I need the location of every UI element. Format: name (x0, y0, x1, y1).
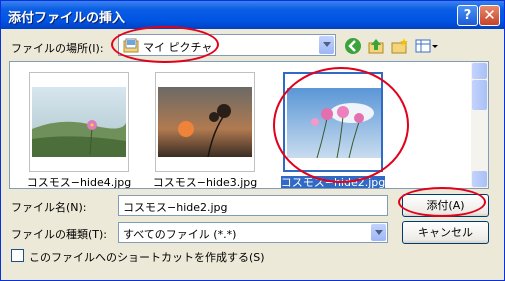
chevron-down-icon[interactable] (319, 36, 334, 54)
vertical-scrollbar[interactable] (471, 62, 488, 188)
filename-input[interactable]: コスモス−hide2.jpg (118, 195, 388, 216)
close-button[interactable]: ✕ (479, 5, 500, 26)
shortcut-checkbox-label[interactable]: このファイルへのショートカットを作成する(S) (29, 249, 265, 265)
scroll-thumb[interactable] (472, 80, 487, 110)
cosmos-photo-thumbnail (32, 87, 126, 157)
annotation-circle-attach (398, 187, 486, 217)
file-item[interactable]: コスモス−hide3.jpg (150, 62, 260, 188)
help-button[interactable]: ? (457, 5, 478, 26)
file-name: コスモス−hide3.jpg (152, 176, 258, 189)
filetype-label: ファイルの種類(T): (11, 228, 108, 241)
insert-attachment-dialog: 添付ファイルの挿入 ? ✕ ファイルの場所(I): マイ ピクチャ コスモス−h… (0, 0, 505, 281)
new-folder-icon[interactable] (391, 37, 409, 55)
scroll-down-button[interactable] (472, 171, 487, 187)
chevron-down-icon[interactable] (371, 224, 386, 241)
view-menu-icon[interactable] (415, 37, 439, 55)
annotation-circle-selected-file (273, 67, 409, 183)
filetype-dropdown[interactable]: すべてのファイル (*.*) (118, 222, 388, 243)
filetype-value: すべてのファイル (*.*) (123, 228, 237, 241)
annotation-circle-location (111, 26, 219, 63)
scroll-up-button[interactable] (472, 63, 487, 79)
title-bar[interactable]: 添付ファイルの挿入 ? ✕ (1, 1, 504, 29)
shortcut-checkbox[interactable] (11, 249, 24, 262)
back-icon[interactable] (344, 37, 362, 55)
filename-label: ファイル名(N): (11, 201, 87, 214)
cancel-button[interactable]: キャンセル (402, 221, 489, 244)
file-list[interactable]: コスモス−hide4.jpg コスモス−hide3.jpg コスモス−hide2… (9, 61, 489, 189)
thumbnail (155, 72, 255, 172)
dialog-title: 添付ファイルの挿入 (8, 11, 126, 26)
file-name: コスモス−hide4.jpg (26, 176, 132, 189)
cosmos-photo-thumbnail (158, 87, 252, 157)
thumbnail (29, 72, 129, 172)
location-label: ファイルの場所(I): (11, 42, 104, 55)
up-folder-icon[interactable] (367, 37, 385, 55)
file-item[interactable]: コスモス−hide4.jpg (24, 62, 134, 188)
